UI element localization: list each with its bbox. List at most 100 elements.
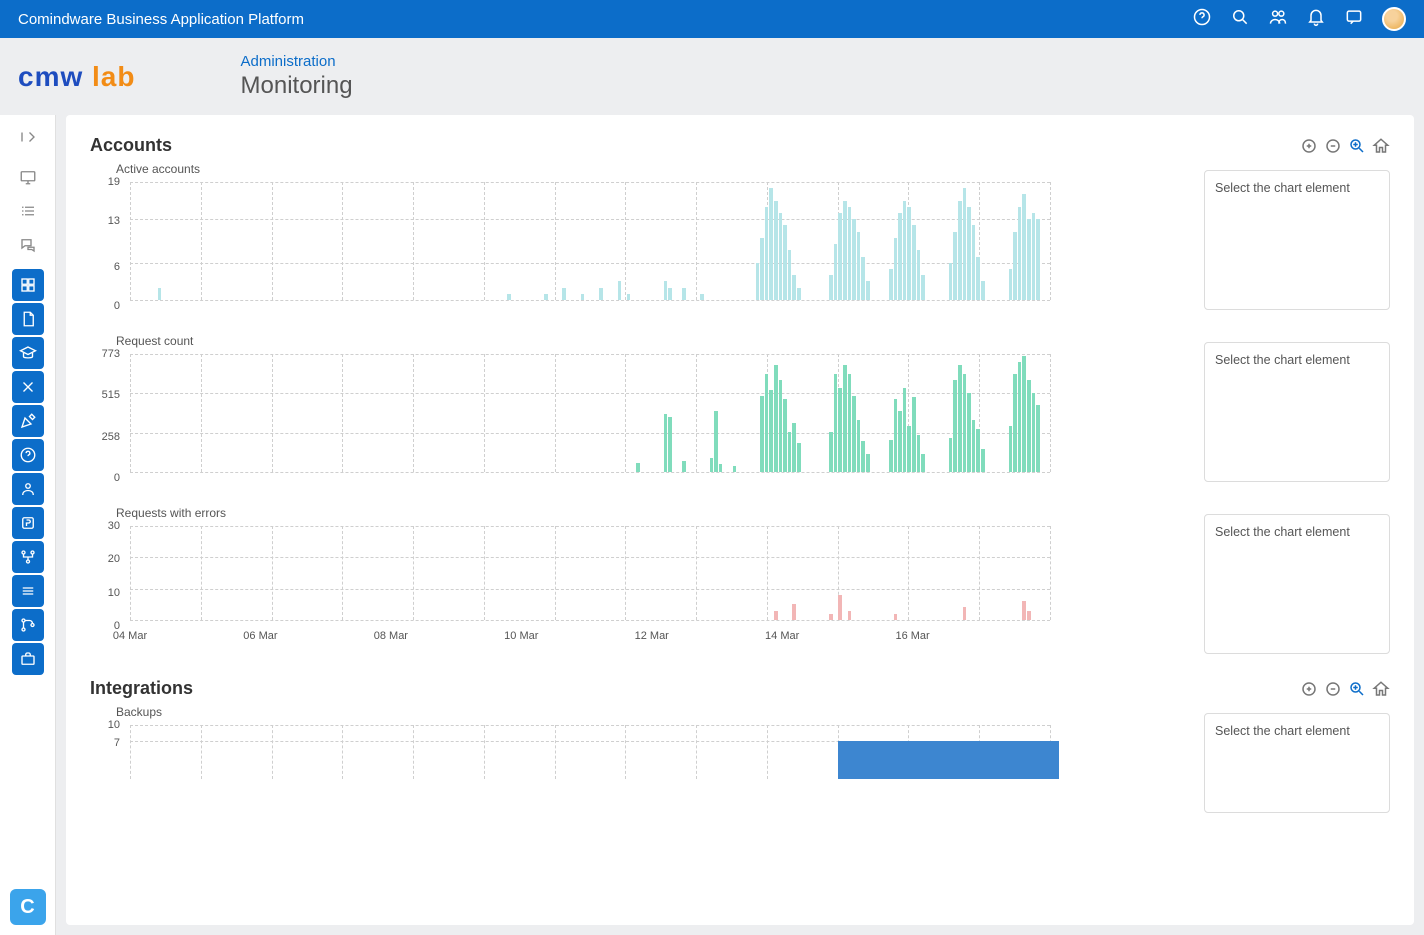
breadcrumb-category[interactable]: Administration	[241, 53, 353, 70]
search-icon[interactable]	[1230, 7, 1250, 32]
sidebar-item-list[interactable]	[12, 195, 44, 227]
chart-bar[interactable]	[953, 380, 957, 472]
chart-bar[interactable]	[976, 429, 980, 472]
chart-bar[interactable]	[1013, 232, 1017, 300]
chart-bar[interactable]	[792, 604, 796, 620]
chart-bar[interactable]	[829, 614, 833, 620]
chart-bar[interactable]	[1018, 207, 1022, 300]
chart-bar[interactable]	[779, 213, 783, 300]
chart-bar[interactable]	[792, 275, 796, 300]
home-icon[interactable]	[1372, 137, 1390, 155]
chart-requests-errors[interactable]: 3020100	[90, 526, 1050, 626]
chart-bar[interactable]	[700, 294, 704, 300]
chart-bar[interactable]	[636, 463, 640, 472]
chart-bar[interactable]	[953, 232, 957, 300]
chart-bar[interactable]	[967, 393, 971, 472]
chart-bar[interactable]	[894, 614, 898, 620]
chart-bar[interactable]	[848, 611, 852, 620]
chart-bar[interactable]	[1032, 213, 1036, 300]
chart-bar[interactable]	[838, 388, 842, 472]
chart-bar[interactable]	[779, 380, 783, 472]
zoom-out-icon[interactable]	[1324, 137, 1342, 155]
chart-bar[interactable]	[769, 390, 773, 472]
chart-bar[interactable]	[894, 238, 898, 300]
chart-bar[interactable]	[963, 607, 967, 620]
chart-bar[interactable]	[774, 201, 778, 300]
sidebar-item-briefcase[interactable]	[12, 643, 44, 675]
chart-bar[interactable]	[861, 441, 865, 472]
chart-bar[interactable]	[733, 466, 737, 472]
sidebar-item-branch[interactable]	[12, 609, 44, 641]
chart-bar[interactable]	[765, 374, 769, 472]
zoom-out-icon[interactable]	[1324, 680, 1342, 698]
chart-bar[interactable]	[921, 275, 925, 300]
avatar[interactable]	[1382, 7, 1406, 31]
chart-bar[interactable]	[912, 397, 916, 472]
users-icon[interactable]	[1268, 7, 1288, 32]
chart-bar[interactable]	[981, 281, 985, 300]
chart-bar[interactable]	[848, 374, 852, 472]
chart-bar[interactable]	[834, 244, 838, 300]
chart-bar[interactable]	[664, 414, 668, 472]
chart-bar[interactable]	[1009, 426, 1013, 472]
chart-active-accounts[interactable]: 191360	[90, 182, 1050, 306]
help-icon[interactable]	[1192, 7, 1212, 32]
chart-bar[interactable]	[618, 281, 622, 300]
chart-bar[interactable]	[838, 213, 842, 300]
chart-bar[interactable]	[889, 269, 893, 300]
chart-bar[interactable]	[852, 396, 856, 472]
chart-bar[interactable]	[967, 207, 971, 300]
sidebar-app-tile[interactable]: C	[10, 889, 46, 925]
chart-bar[interactable]	[774, 365, 778, 472]
chart-bar[interactable]	[788, 250, 792, 300]
sidebar-item-apps[interactable]	[12, 269, 44, 301]
chart-bar[interactable]	[972, 225, 976, 300]
chart-bar[interactable]	[838, 595, 842, 620]
chart-bar[interactable]	[907, 207, 911, 300]
chart-bar[interactable]	[1027, 219, 1031, 300]
chart-bar[interactable]	[852, 219, 856, 300]
sidebar-collapse-icon[interactable]	[12, 121, 44, 153]
chart-bar[interactable]	[1027, 380, 1031, 472]
chart-bar[interactable]	[792, 423, 796, 472]
chart-bar[interactable]	[756, 263, 760, 300]
chart-bar[interactable]	[1036, 219, 1040, 300]
sidebar-item-currency[interactable]	[12, 507, 44, 539]
chart-bar[interactable]	[668, 288, 672, 300]
sidebar-item-menu[interactable]	[12, 575, 44, 607]
sidebar-item-design[interactable]	[12, 405, 44, 437]
chart-bar[interactable]	[664, 281, 668, 300]
chart-bar[interactable]	[834, 374, 838, 472]
chart-bar[interactable]	[861, 257, 865, 300]
sidebar-item-tools[interactable]	[12, 371, 44, 403]
zoom-icon[interactable]	[1348, 137, 1366, 155]
sidebar-item-help[interactable]	[12, 439, 44, 471]
chart-bar[interactable]	[1018, 362, 1022, 472]
chart-bar[interactable]	[903, 388, 907, 472]
sidebar-item-connections[interactable]	[12, 541, 44, 573]
chart-bar[interactable]	[682, 461, 686, 472]
chart-bar[interactable]	[866, 454, 870, 472]
zoom-icon[interactable]	[1348, 680, 1366, 698]
chart-bar[interactable]	[1032, 393, 1036, 472]
bell-icon[interactable]	[1306, 7, 1326, 32]
chart-bar[interactable]	[963, 374, 967, 472]
chart-bar[interactable]	[917, 435, 921, 472]
chart-bar[interactable]	[783, 399, 787, 472]
chart-bar[interactable]	[857, 232, 861, 300]
chart-bar[interactable]	[760, 396, 764, 472]
feedback-icon[interactable]	[1344, 7, 1364, 32]
chart-bar[interactable]	[783, 225, 787, 300]
chart-bar[interactable]	[829, 432, 833, 472]
chart-bar[interactable]	[958, 365, 962, 472]
chart-bar[interactable]	[1022, 601, 1026, 620]
chart-bar[interactable]	[889, 440, 893, 472]
chart-bar[interactable]	[1022, 356, 1026, 472]
chart-bar[interactable]	[714, 411, 718, 472]
chart-backups[interactable]: 107	[90, 725, 1050, 785]
chart-bar[interactable]	[949, 263, 953, 300]
chart-bar[interactable]	[788, 432, 792, 472]
chart-bar[interactable]	[963, 188, 967, 300]
chart-bar[interactable]	[894, 399, 898, 472]
chart-bar[interactable]	[917, 250, 921, 300]
